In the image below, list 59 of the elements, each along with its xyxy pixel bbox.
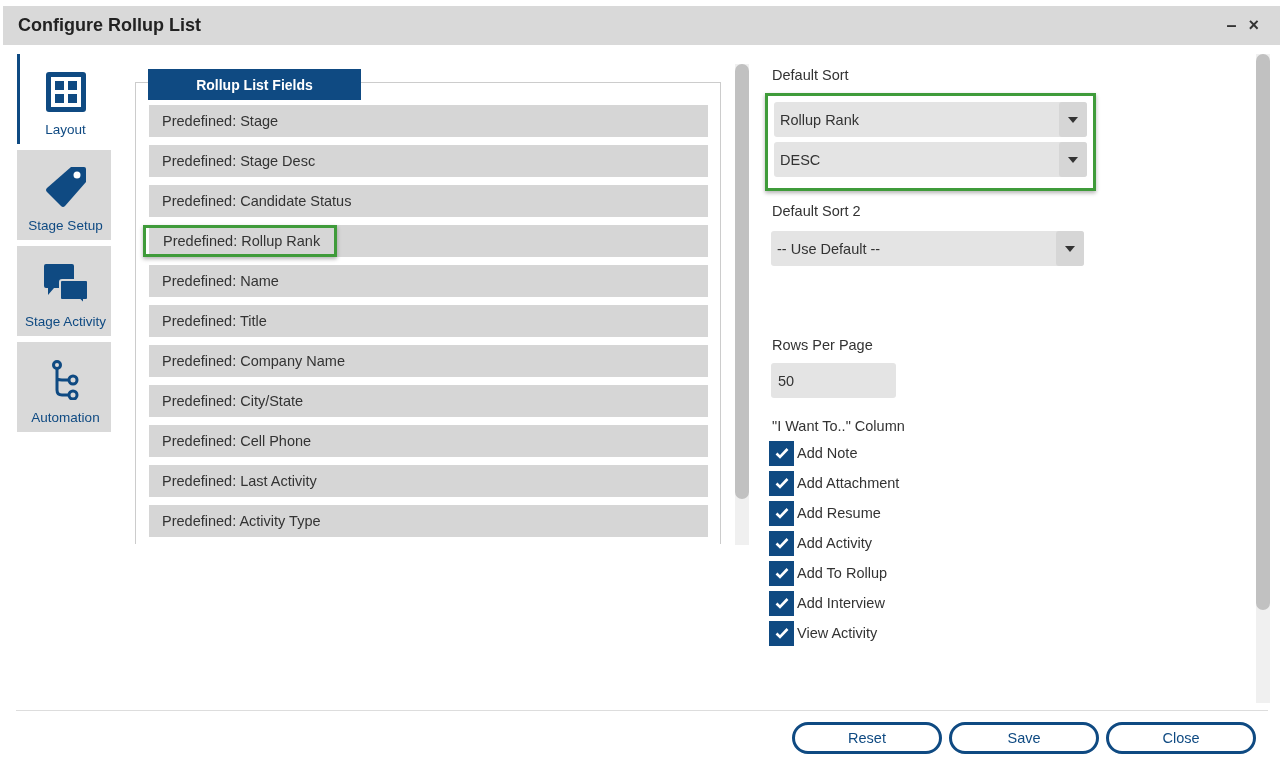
checkmark-icon <box>774 627 789 639</box>
field-label: "I Want To.." Column <box>772 418 906 434</box>
checkmark-icon <box>774 447 789 459</box>
checkmark-icon <box>774 597 789 609</box>
panel-header: Rollup List Fields <box>148 69 361 100</box>
branch-icon <box>51 360 80 400</box>
checkmark-icon <box>774 477 789 489</box>
highlighted-field-label: Predefined: Rollup Rank <box>143 225 338 257</box>
dropdown[interactable]: -- Use Default -- <box>771 231 1084 266</box>
field-label: Default Sort <box>772 67 850 83</box>
field-row[interactable]: Predefined: Company Name <box>149 345 708 377</box>
dropdown[interactable]: Rollup Rank <box>774 102 1087 137</box>
minimize-button[interactable]: – <box>1220 15 1243 36</box>
field-row[interactable]: Predefined: Activity Type <box>149 505 708 537</box>
checkmark-icon <box>774 507 789 519</box>
dialog-button[interactable]: Reset <box>792 722 942 754</box>
field-row[interactable]: Predefined: Name <box>149 265 708 297</box>
caret-icon <box>1068 116 1078 123</box>
sidebar-tab[interactable]: Automation <box>17 342 111 432</box>
sidebar-tab[interactable]: Stage Activity <box>17 246 111 336</box>
chat-bubbles-icon <box>43 264 88 304</box>
checkbox-label: Add Note <box>797 445 858 461</box>
dialog-button[interactable]: Close <box>1106 722 1256 754</box>
grid-icon <box>45 72 86 112</box>
tag-icon <box>44 166 87 208</box>
dialog-button[interactable]: Save <box>949 722 1099 754</box>
checkmark-icon <box>774 537 789 549</box>
field-row[interactable]: Predefined: Candidate Status <box>149 185 708 217</box>
checkbox[interactable] <box>769 620 794 646</box>
sidebar-tab[interactable]: Stage Setup <box>17 150 111 240</box>
checkbox[interactable] <box>769 440 794 466</box>
checkbox[interactable] <box>769 560 794 586</box>
field-row[interactable]: Predefined: Title <box>149 305 708 337</box>
field-label: Rows Per Page <box>772 337 874 353</box>
close-button[interactable]: × <box>1242 15 1265 36</box>
checkbox[interactable] <box>769 470 794 496</box>
scrollbar[interactable] <box>735 64 749 545</box>
checkmark-icon <box>774 567 789 579</box>
caret-icon <box>1068 156 1078 163</box>
dropdown[interactable]: DESC <box>774 142 1087 177</box>
checkbox[interactable] <box>769 530 794 556</box>
field-row[interactable]: Predefined: City/State <box>149 385 708 417</box>
checkbox[interactable] <box>769 500 794 526</box>
scrollbar[interactable] <box>1256 54 1270 703</box>
field-row[interactable]: Predefined: Stage Desc <box>149 145 708 177</box>
checkbox-label: Add Interview <box>797 595 885 611</box>
checkbox[interactable] <box>769 590 794 616</box>
checkbox-label: Add Activity <box>797 535 872 551</box>
rows-per-page-input[interactable]: 50 <box>771 363 896 398</box>
window-title: Configure Rollup List <box>18 15 202 36</box>
field-row[interactable]: Predefined: Last Activity <box>149 465 708 497</box>
field-row[interactable]: Predefined: Cell Phone <box>149 425 708 457</box>
checkbox-label: Add Attachment <box>797 475 900 491</box>
field-label: Default Sort 2 <box>772 203 862 219</box>
checkbox-label: Add Resume <box>797 505 881 521</box>
field-row[interactable]: Predefined: Stage <box>149 105 708 137</box>
checkbox-label: View Activity <box>797 625 878 641</box>
caret-icon <box>1065 245 1075 252</box>
checkbox-label: Add To Rollup <box>797 565 888 581</box>
